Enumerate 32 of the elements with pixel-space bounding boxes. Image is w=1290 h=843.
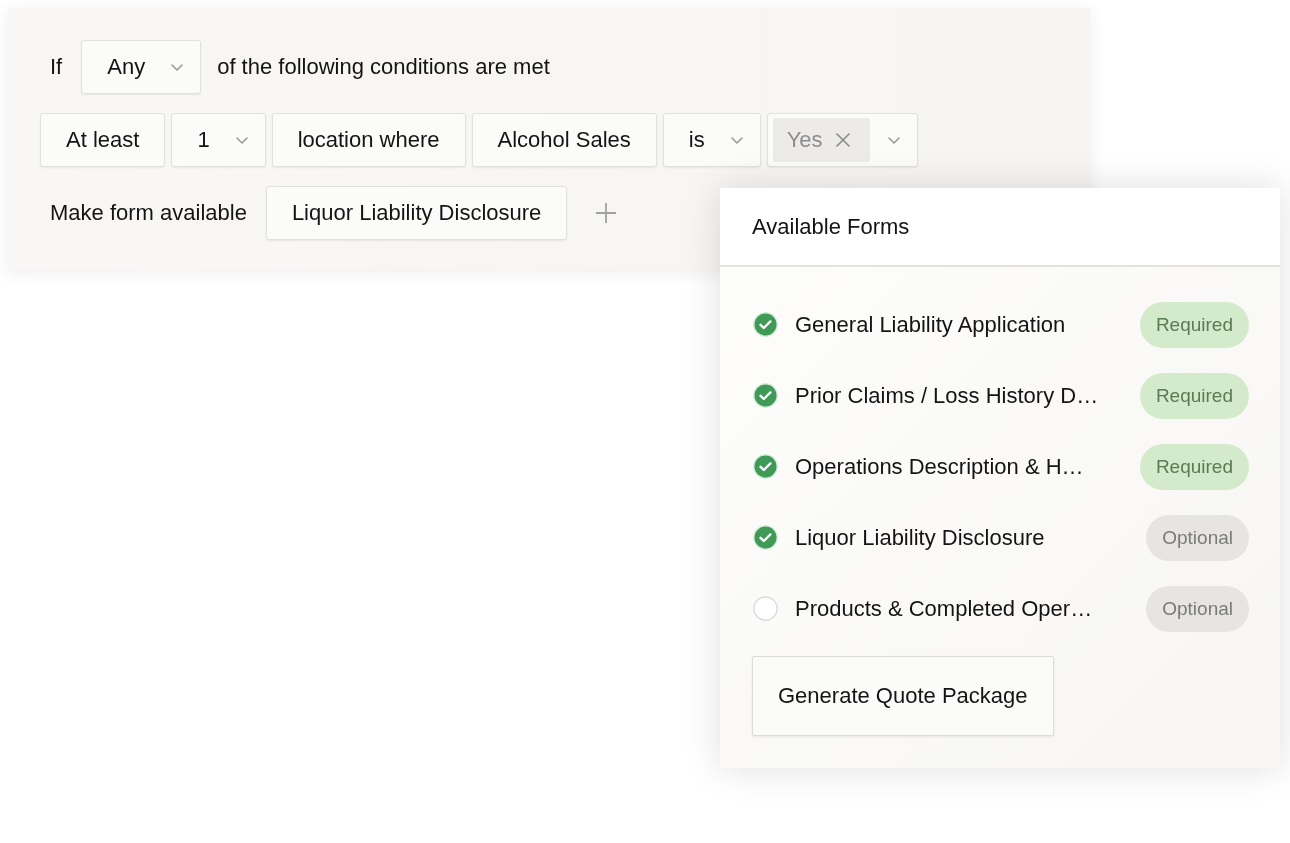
- select-field[interactable]: Liquor Liability Disclosure: [265, 186, 568, 240]
- requirement-badge: Required: [1139, 301, 1249, 348]
- check-circle-icon[interactable]: [753, 454, 778, 479]
- rule-text: Make form available: [49, 200, 248, 226]
- form-name: Operations Description & H…: [795, 453, 1085, 480]
- close-icon[interactable]: [835, 133, 850, 147]
- check-circle-icon[interactable]: [753, 525, 778, 550]
- requirement-badge: Required: [1139, 372, 1249, 419]
- select-field[interactable]: location where: [271, 113, 466, 167]
- form-name: Products & Completed Oper…: [795, 595, 1094, 622]
- requirement-badge: Optional: [1146, 585, 1249, 632]
- select-field[interactable]: At least: [40, 113, 166, 167]
- select-field[interactable]: Alcohol Sales: [471, 113, 657, 167]
- form-name: Liquor Liability Disclosure: [795, 524, 1046, 551]
- dropdown[interactable]: Any: [81, 40, 202, 94]
- rule-text: If: [49, 54, 64, 80]
- caret-icon: [235, 136, 248, 144]
- requirement-badge: Required: [1139, 443, 1249, 490]
- caret-icon: [730, 136, 743, 144]
- form-name: Prior Claims / Loss History D…: [795, 382, 1100, 409]
- rule-text: of the following conditions are met: [216, 54, 551, 80]
- check-circle-icon[interactable]: [753, 312, 778, 337]
- check-circle-icon[interactable]: [753, 383, 778, 408]
- generate-button[interactable]: Generate Quote Package: [752, 656, 1054, 736]
- dropdown[interactable]: is: [662, 113, 761, 167]
- add-icon[interactable]: [596, 203, 617, 223]
- form-name: General Liability Application: [795, 311, 1067, 338]
- caret-icon: [887, 136, 900, 144]
- caret-icon: [171, 63, 184, 71]
- dropdown[interactable]: 1: [171, 113, 266, 167]
- panel-title: Available Forms: [752, 213, 910, 240]
- requirement-badge: Optional: [1146, 514, 1249, 561]
